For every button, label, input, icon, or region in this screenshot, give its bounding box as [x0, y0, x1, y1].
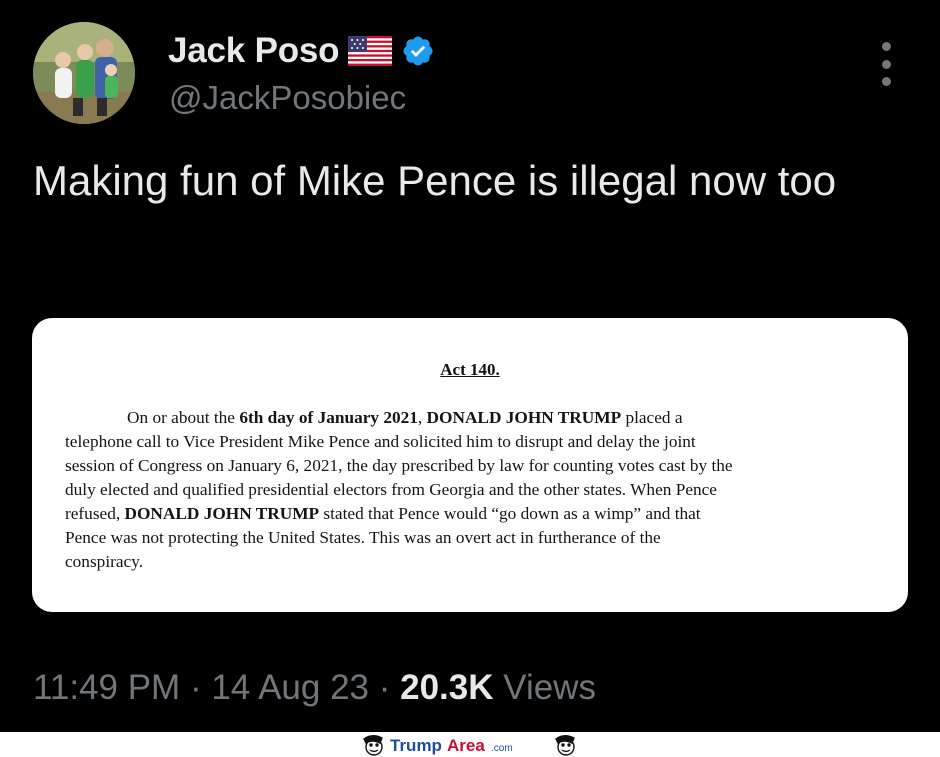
more-options-button[interactable] [872, 42, 900, 86]
document-line: session of Congress on January 6, 2021, … [65, 456, 733, 475]
watermark-suffix: .com [491, 743, 513, 754]
more-dot-icon [881, 59, 891, 69]
views-label[interactable]: Views [503, 668, 596, 707]
document-line: telephone call to Vice President Mike Pe… [65, 432, 696, 451]
meta-separator: · [189, 668, 202, 707]
tweet-time[interactable]: 11:49 PM [33, 668, 180, 707]
more-dot-icon [881, 77, 891, 86]
document-line: Pence was not protecting the United Stat… [65, 528, 661, 547]
document-line: conspiracy. [65, 552, 144, 571]
watermark-bar: Trump Area .com [0, 732, 940, 757]
author-display-name[interactable]: Jack Poso [168, 31, 340, 71]
trumparea-watermark-logo: Trump Area .com [363, 735, 575, 756]
watermark-area: Area [447, 736, 485, 755]
tweet: Jack Poso @JackPosobiec Making fun of Mi… [0, 0, 940, 732]
verified-badge-icon[interactable] [401, 34, 435, 68]
document-line: refused, DONALD JOHN TRUMP stated that P… [65, 504, 701, 523]
document-heading: Act 140. [440, 360, 500, 379]
avatar-photo [33, 22, 135, 124]
us-flag-icon [348, 36, 393, 66]
attached-document-image[interactable]: Act 140. On or about the 6th day of Janu… [32, 318, 908, 612]
tweet-metadata: 11:49 PM · 14 Aug 23 · 20.3K Views [33, 668, 596, 708]
watermark-trump: Trump [390, 736, 442, 755]
caricature-face-icon [363, 735, 383, 756]
author-handle[interactable]: @JackPosobiec [169, 79, 406, 117]
avatar[interactable] [33, 22, 135, 124]
tweet-date[interactable]: 14 Aug 23 [211, 668, 369, 707]
tweet-text: Making fun of Mike Pence is illegal now … [33, 157, 837, 204]
caricature-face-icon [555, 735, 575, 756]
document-body: On or about the 6th day of January 2021,… [65, 406, 861, 574]
views-count[interactable]: 20.3K [400, 668, 493, 707]
meta-separator: · [378, 668, 391, 707]
document-line: On or about the 6th day of January 2021,… [127, 408, 683, 427]
more-dot-icon [881, 42, 891, 51]
document-line: duly elected and qualified presidential … [65, 480, 717, 499]
author-name-row[interactable]: Jack Poso [168, 30, 435, 72]
